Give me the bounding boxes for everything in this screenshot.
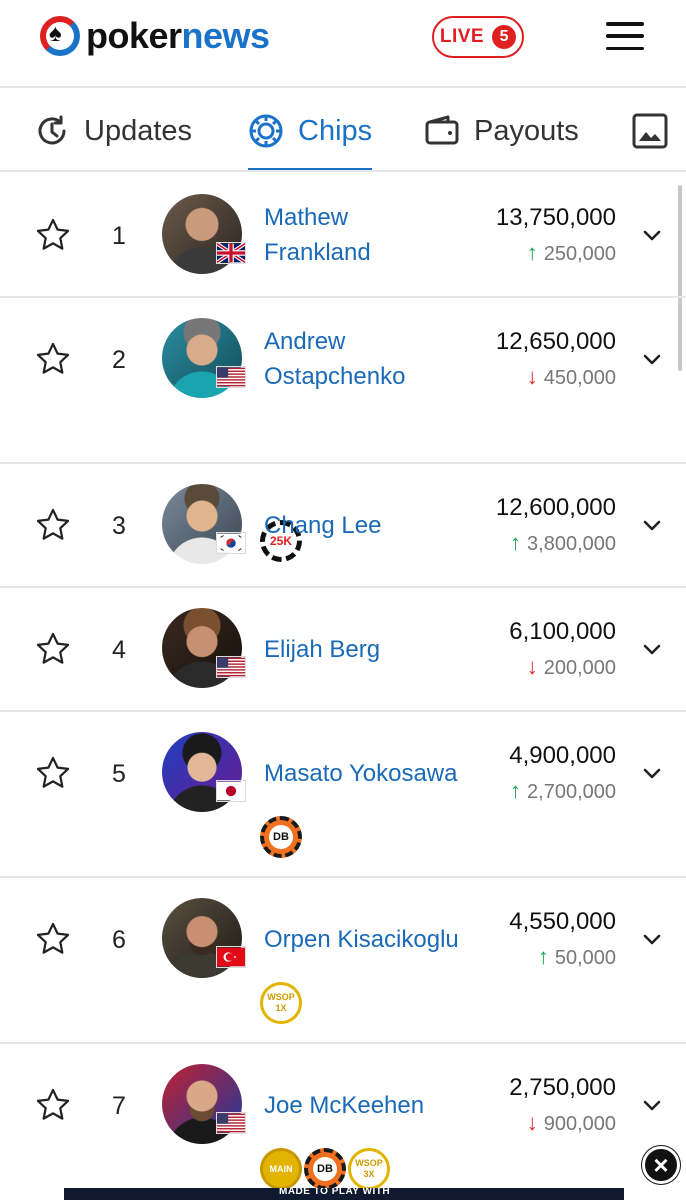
player-name[interactable]: Mathew Frankland xyxy=(264,200,484,270)
chip-count: 13,750,000 xyxy=(495,204,616,231)
live-button[interactable]: LIVE 5 xyxy=(432,16,524,58)
player-name[interactable]: Andrew Ostapchenko xyxy=(264,324,484,394)
player-row[interactable]: 5 Masato Yokosawa DB 4,900,000 ↑ 2,700,00… xyxy=(0,712,686,878)
tab-updates-label: Updates xyxy=(84,114,193,147)
player-row[interactable]: 3 Chang Lee 12,600,000 ↑ 3,800,000 xyxy=(0,464,686,588)
chip-count-list: 1 Mathew Frankland 13,750,000 ↑ 250,000 2… xyxy=(0,174,686,1200)
player-rank: 5 xyxy=(112,760,126,788)
chevron-down-icon[interactable] xyxy=(640,1094,664,1118)
flag-jp-icon xyxy=(216,780,246,802)
chip-change: ↓ 200,000 xyxy=(526,654,616,679)
chip-change: ↓ 450,000 xyxy=(526,364,616,389)
chip-count: 2,750,000 xyxy=(509,1074,616,1101)
favorite-star-icon[interactable] xyxy=(34,1086,72,1124)
flag-kr-icon xyxy=(216,532,246,554)
logo-spade-icon: ♠ xyxy=(40,16,80,56)
site-header: ♠ pokernews LIVE 5 xyxy=(0,0,686,88)
favorite-star-icon[interactable] xyxy=(34,506,72,544)
arrow-down-icon: ↓ xyxy=(526,364,538,389)
wallet-icon xyxy=(424,113,460,149)
tab-payouts[interactable]: Payouts xyxy=(424,90,579,170)
tab-photos[interactable] xyxy=(632,90,682,170)
chip-count: 4,900,000 xyxy=(509,742,616,769)
arrow-up-icon: ↑ xyxy=(526,240,538,265)
tab-bar: Updates Chips Payouts xyxy=(0,90,686,172)
player-row[interactable]: 6 Orpen Kisacikoglu WSOP 1X 4,550,000 ↑ 5… xyxy=(0,878,686,1044)
flag-us-icon xyxy=(216,656,246,678)
close-ad-icon[interactable]: × xyxy=(642,1146,680,1184)
logo-text-poker: poker xyxy=(86,15,182,56)
image-icon xyxy=(632,113,668,149)
favorite-star-icon[interactable] xyxy=(34,754,72,792)
arrow-up-icon: ↑ xyxy=(537,944,549,969)
player-rank: 6 xyxy=(112,926,126,954)
player-name[interactable]: Masato Yokosawa xyxy=(264,756,484,791)
chevron-down-icon[interactable] xyxy=(640,928,664,952)
arrow-down-icon: ↓ xyxy=(526,1110,538,1135)
player-rank: 3 xyxy=(112,512,126,540)
player-rank: 2 xyxy=(112,346,126,374)
player-rank: 4 xyxy=(112,636,126,664)
player-rank: 7 xyxy=(112,1092,126,1120)
flag-uk-icon xyxy=(216,242,246,264)
db-chip-badge[interactable]: DB xyxy=(304,1148,346,1190)
chip-count: 12,650,000 xyxy=(495,328,616,355)
chip-change: ↓ 900,000 xyxy=(526,1110,616,1135)
chip-change: ↑ 2,700,000 xyxy=(510,778,616,803)
player-row[interactable]: 1 Mathew Frankland 13,750,000 ↑ 250,000 xyxy=(0,174,686,298)
tab-chips-label: Chips xyxy=(298,114,373,147)
chip-count: 12,600,000 xyxy=(495,494,616,521)
chevron-down-icon[interactable] xyxy=(640,762,664,786)
tab-updates[interactable]: Updates xyxy=(34,90,193,170)
chip-change: ↑ 50,000 xyxy=(537,944,616,969)
flag-tr-icon xyxy=(216,946,246,968)
chip-change: ↑ 250,000 xyxy=(526,240,616,265)
main-event-trophy-badge[interactable]: MAIN xyxy=(260,1148,302,1190)
tab-payouts-label: Payouts xyxy=(474,114,579,147)
player-badges: WSOP 1X xyxy=(260,982,302,1024)
favorite-star-icon[interactable] xyxy=(34,630,72,668)
logo-text-news: news xyxy=(181,15,271,56)
ad-banner-text: MADE TO PLAY WITH xyxy=(279,1188,391,1197)
wsop-bracelet-badge[interactable]: WSOP 1X xyxy=(260,982,302,1024)
chevron-down-icon[interactable] xyxy=(640,638,664,662)
wsop-bracelet-badge[interactable]: WSOP 3X xyxy=(348,1148,390,1190)
player-row[interactable]: 4 Elijah Berg 6,100,000 ↓ 200,000 xyxy=(0,588,686,712)
favorite-star-icon[interactable] xyxy=(34,216,72,254)
player-name[interactable]: Joe McKeehen xyxy=(264,1088,484,1123)
chevron-down-icon[interactable] xyxy=(640,224,664,248)
player-row[interactable]: 7 Joe McKeehen MAIN DB WSOP 3X 2,750,000… xyxy=(0,1044,686,1200)
flag-us-icon xyxy=(216,366,246,388)
player-badges: DB xyxy=(260,816,302,858)
player-name[interactable]: Chang Lee xyxy=(264,508,484,543)
chevron-down-icon[interactable] xyxy=(640,514,664,538)
player-name[interactable]: Orpen Kisacikoglu xyxy=(264,922,504,957)
arrow-up-icon: ↑ xyxy=(510,778,522,803)
chip-change: ↑ 3,800,000 xyxy=(510,530,616,555)
tab-chips[interactable]: Chips xyxy=(248,90,373,170)
player-badges: MAIN DB WSOP 3X xyxy=(260,1148,390,1190)
chip-count: 6,100,000 xyxy=(509,618,616,645)
hamburger-menu-icon[interactable] xyxy=(606,22,644,50)
player-row[interactable]: 2 Andrew Ostapchenko 25K 12,650,000 ↓ 450… xyxy=(0,298,686,562)
live-label: LIVE xyxy=(439,26,485,47)
player-name[interactable]: Elijah Berg xyxy=(264,632,484,667)
clock-icon xyxy=(34,113,70,149)
chip-count: 4,550,000 xyxy=(509,908,616,935)
ad-banner[interactable]: MADE TO PLAY WITH xyxy=(64,1188,624,1200)
favorite-star-icon[interactable] xyxy=(34,920,72,958)
db-chip-badge[interactable]: DB xyxy=(260,816,302,858)
flag-us-icon xyxy=(216,1112,246,1134)
live-count-badge: 5 xyxy=(492,25,517,49)
pokernews-logo[interactable]: ♠ pokernews xyxy=(40,14,270,58)
player-rank: 1 xyxy=(112,222,126,250)
arrow-down-icon: ↓ xyxy=(526,654,538,679)
chip-icon xyxy=(248,113,284,149)
chevron-down-icon[interactable] xyxy=(640,348,664,372)
arrow-up-icon: ↑ xyxy=(510,530,522,555)
favorite-star-icon[interactable] xyxy=(34,340,72,378)
